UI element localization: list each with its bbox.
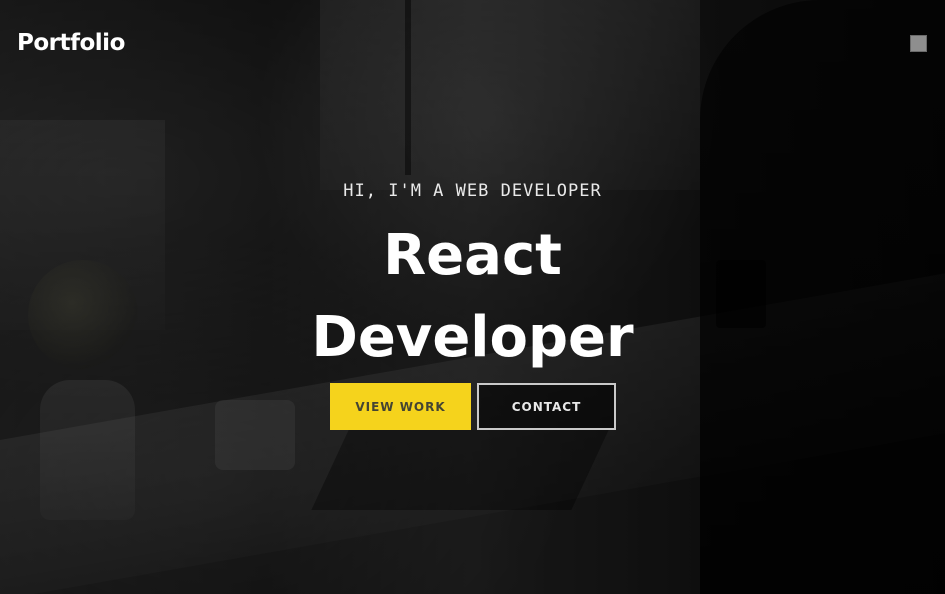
contact-button[interactable]: CONTACT: [477, 383, 616, 430]
hero-headline-line-2: Developer: [311, 305, 634, 370]
hero-headline-line-1: React: [383, 223, 562, 288]
hero-intro: HI, I'M A WEB DEVELOPER: [343, 181, 602, 201]
page: Portfolio HI, I'M A WEB DEVELOPER React …: [0, 0, 945, 594]
view-work-button[interactable]: VIEW WORK: [330, 383, 471, 430]
hero-section: HI, I'M A WEB DEVELOPER React Developer …: [0, 0, 945, 594]
